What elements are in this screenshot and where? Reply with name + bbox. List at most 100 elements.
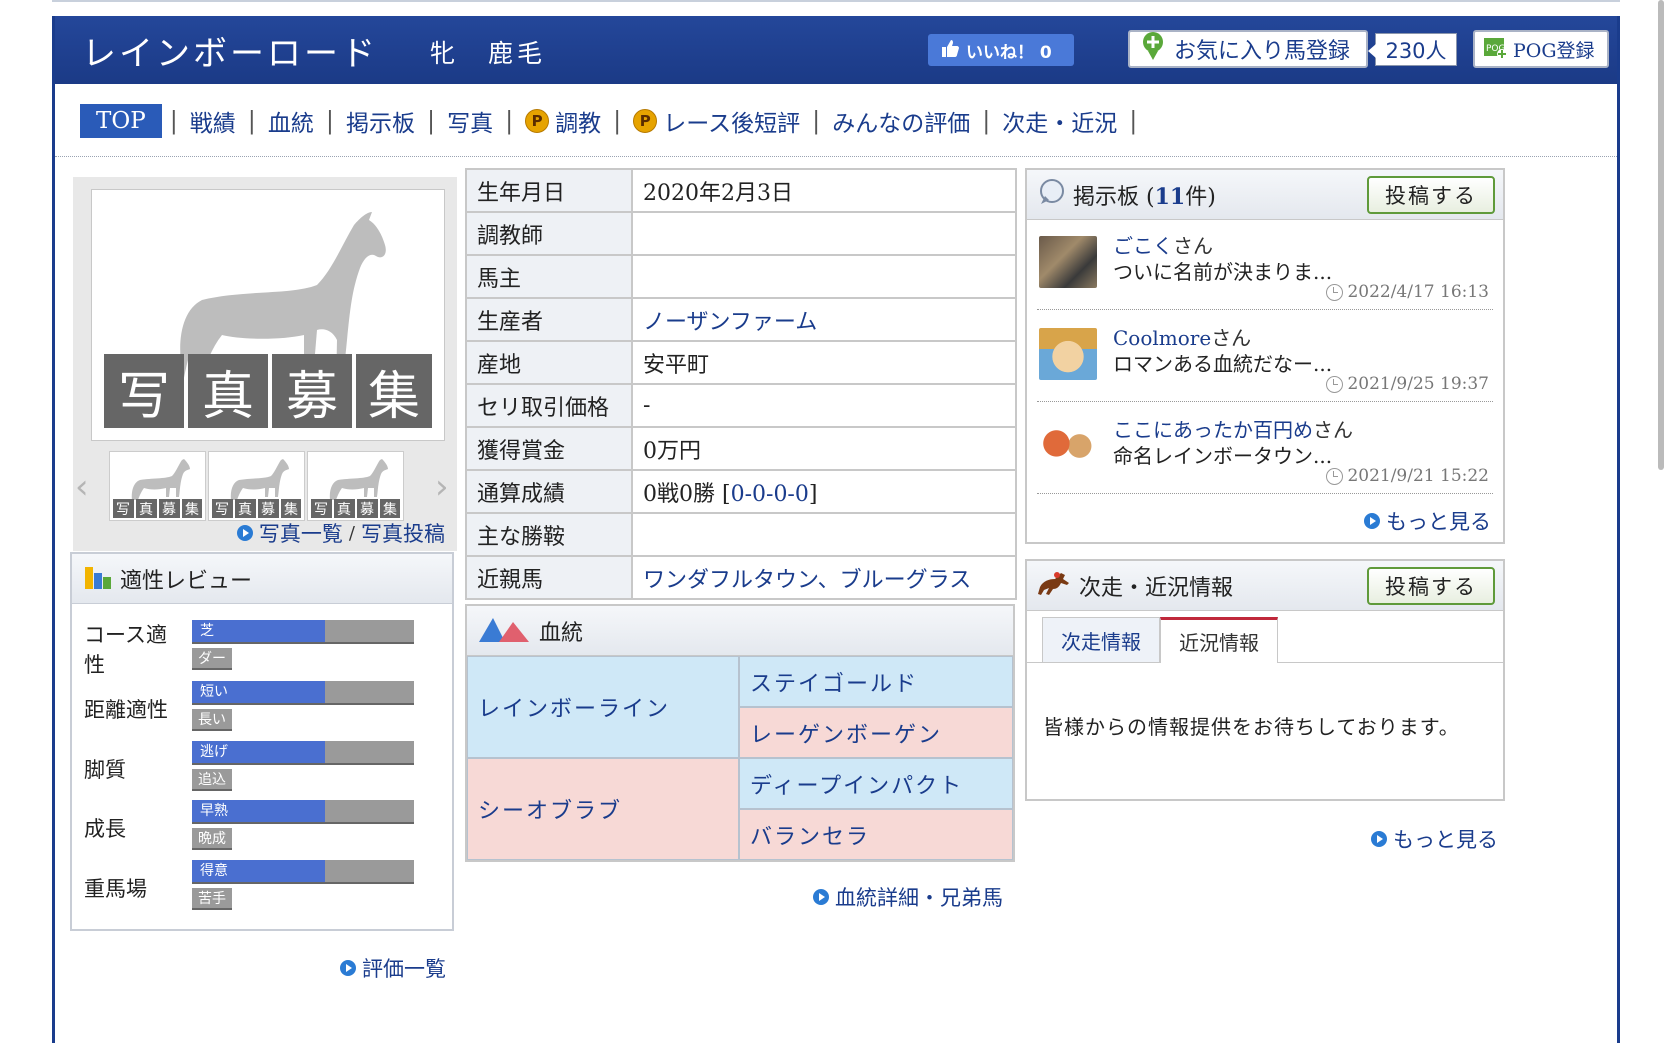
sire-dam[interactable]: レーゲンボーゲン [739,707,1013,758]
clock-icon [1326,467,1344,485]
post-text[interactable]: ロマンある血統だなー... [1113,348,1332,377]
review-bar-track: 得意 [192,860,414,884]
next-race-panel: 次走・近況情報 投稿する 次走情報 近況情報 皆様からの情報提供をお待ちしており… [1025,559,1505,801]
photo-link-separator: / [348,522,355,544]
rating-list-link[interactable]: 評価一覧 [340,953,446,983]
favorite-button[interactable]: お気に入り馬登録 [1128,30,1368,68]
photo-list-link[interactable]: 写真一覧 [259,518,343,548]
pedigree-grid: レインボーライン ステイゴールド レーゲンボーゲン シーオブラブ ディープインパ… [467,656,1013,860]
review-bar-bottom-label: 長い [192,709,232,731]
avatar [1039,236,1097,288]
record-detail-link[interactable]: 0-0-0-0 [731,482,809,507]
review-row-bar: 芝ダート [192,620,414,689]
arrow-circle-icon [236,525,253,541]
post-text[interactable]: ついに名前が決まりま... [1113,256,1332,285]
next-race-post-button[interactable]: 投稿する [1367,567,1495,605]
pedigree-title: 血統 [539,620,584,646]
post-username[interactable]: Coolmore [1113,326,1211,350]
review-header: 適性レビュー [72,554,452,604]
photo-thumbnail[interactable]: 写真募集 [109,451,206,521]
pog-label: POG登録 [1513,39,1595,62]
svg-text:真: 真 [238,502,252,518]
like-button[interactable]: いいね！ 0 [928,34,1074,66]
svg-text:真: 真 [139,502,153,518]
dam[interactable]: シーオブラブ [467,758,739,860]
tab-post-race-review[interactable]: P レース後短評 [621,104,812,138]
review-bar-fill: 芝 [192,620,326,642]
horse-silhouette-icon: 写真募集 [212,459,301,518]
board-post-button[interactable]: 投稿する [1367,176,1495,214]
tab-pedigree[interactable]: 血統 [256,104,326,138]
trainer-label: 調教師 [465,211,633,256]
board-more-link[interactable]: もっと見る [1364,506,1491,536]
tab-next-race-info[interactable]: 次走情報 [1042,617,1160,663]
placeholder-char: 募 [285,366,338,427]
horse-silhouette-icon: 写真募集 [113,459,202,518]
svg-text:集: 集 [284,501,298,518]
board-title: 掲示板 ( [1073,184,1155,210]
svg-text:募: 募 [261,502,275,518]
table-row: 調教師 [465,211,1017,256]
post-username[interactable]: ここにあったか百円め [1113,418,1313,442]
breeder-label: 生産者 [465,297,633,342]
birth-label: 生年月日 [465,168,633,213]
premium-badge-icon: P [633,109,658,133]
tab-top[interactable]: TOP [80,104,162,138]
arrow-circle-icon [1371,831,1387,847]
board-count: 11 [1154,183,1186,210]
next-arrow-icon[interactable]: › [435,467,449,507]
photo-thumbnail[interactable]: 写真募集 [307,451,404,521]
prev-arrow-icon[interactable]: ‹ [75,467,89,507]
next-race-more-label: もっと見る [1393,828,1498,852]
horse-silhouette-icon: 写真募集 [311,459,400,518]
horse-name: レインボーロード [82,34,378,74]
tab-results[interactable]: 戦績 [178,104,248,138]
horse-sex-color: 牝 鹿毛 [430,39,547,68]
tab-training-label: 調教 [555,111,602,137]
post-text[interactable]: 命名レインボータウン... [1113,440,1332,469]
origin-value: 安平町 [631,340,1017,385]
board-post[interactable]: ここにあったか百円めさん 命名レインボータウン... 2021/9/21 15:… [1037,406,1493,494]
major-wins-label: 主な勝鞍 [465,512,633,557]
review-bar-bottom-label: 追込 [192,769,232,791]
board-post[interactable]: Coolmoreさん ロマンある血統だなー... 2021/9/25 19:37 [1037,314,1493,402]
main-photo-placeholder[interactable]: 写 真 募 集 [91,189,445,441]
tab-recent-info[interactable]: 近況情報 [1160,617,1278,663]
horse-page-frame: レインボーロード 牝 鹿毛 いいね！ 0 お気に入り馬登録 230人 POG P… [52,16,1620,1043]
tab-training[interactable]: P 調教 [513,104,613,138]
table-row: 生産者 ノーザンファーム [465,297,1017,342]
sire-sire[interactable]: ステイゴールド [739,656,1013,707]
table-row: 獲得賞金 0万円 [465,426,1017,471]
board-post[interactable]: ごこくさん ついに名前が決まりま... 2022/4/17 16:13 [1037,222,1493,310]
next-race-header: 次走・近況情報 投稿する [1027,561,1503,611]
birth-value: 2020年2月3日 [631,168,1017,213]
pedigree-detail-link[interactable]: 血統詳細・兄弟馬 [813,882,1003,912]
dam-dam[interactable]: バランセラ [739,809,1013,860]
pog-register-button[interactable]: POG POG登録 [1473,30,1609,68]
review-bar-bottom-label: 苦手 [192,888,232,910]
svg-text:募: 募 [360,502,374,518]
dam-sire[interactable]: ディープインパクト [739,758,1013,809]
owner-value [631,254,1017,299]
breeder-link[interactable]: ノーザンファーム [643,310,817,335]
like-label: いいね！ 0 [966,42,1052,63]
tab-photos[interactable]: 写真 [435,104,505,138]
photo-thumbnail[interactable]: 写真募集 [208,451,305,521]
photo-box: 写 真 募 集 ‹ 写真募集 写真募集 写真募集 › 写真一覧 / 写真投稿 [73,177,457,551]
speech-bubble-icon [1037,178,1065,212]
review-bar-fill: 得意 [192,860,326,882]
clock-icon [1326,283,1344,301]
tab-ratings[interactable]: みんなの評価 [820,104,982,138]
origin-label: 産地 [465,340,633,385]
tab-next-race[interactable]: 次走・近況 [990,104,1129,138]
review-row-label: 重馬場 [84,877,147,901]
post-username[interactable]: ごこく [1113,234,1173,258]
photo-post-link[interactable]: 写真投稿 [361,518,445,548]
tab-board[interactable]: 掲示板 [334,104,427,138]
scrollbar[interactable] [1658,0,1664,470]
arrow-circle-icon [813,889,829,905]
next-race-more-link[interactable]: もっと見る [1371,824,1498,854]
relatives-link[interactable]: ワンダフルタウン、ブルーグラス [643,568,971,593]
sire[interactable]: レインボーライン [467,656,739,758]
table-row: 産地 安平町 [465,340,1017,385]
